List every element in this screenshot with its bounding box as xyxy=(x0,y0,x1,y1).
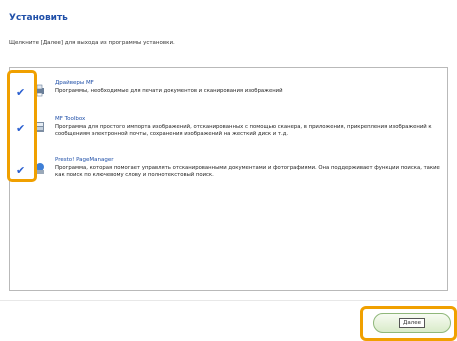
divider xyxy=(0,300,457,301)
next-button[interactable]: Далее xyxy=(373,313,451,333)
pagemanager-icon xyxy=(36,163,44,174)
checkmark-icon: ✔ xyxy=(16,122,26,135)
toolbox-icon xyxy=(36,122,44,132)
checkmark-icon: ✔ xyxy=(16,86,26,99)
component-description: Программы, необходимые для печати докуме… xyxy=(55,88,283,94)
component-name: MF Toolbox xyxy=(55,116,86,122)
component-description: Программа, которая помогает управлять от… xyxy=(55,165,440,178)
checkmark-icon: ✔ xyxy=(16,164,26,177)
page-title: Установить xyxy=(9,13,68,23)
printer-icon xyxy=(35,84,44,97)
next-button-label: Далее xyxy=(399,318,425,328)
instruction-text: Щелкните [Далее] для выхода из программы… xyxy=(9,40,175,46)
component-list: ✔ Драйверы MF Программы, необходимые для… xyxy=(9,67,448,291)
installer-window: Установить Щелкните [Далее] для выхода и… xyxy=(0,0,457,341)
component-name: Presto! PageManager xyxy=(55,157,114,163)
component-description: Программа для простого импорта изображен… xyxy=(55,124,432,137)
component-name: Драйверы MF xyxy=(55,80,94,86)
